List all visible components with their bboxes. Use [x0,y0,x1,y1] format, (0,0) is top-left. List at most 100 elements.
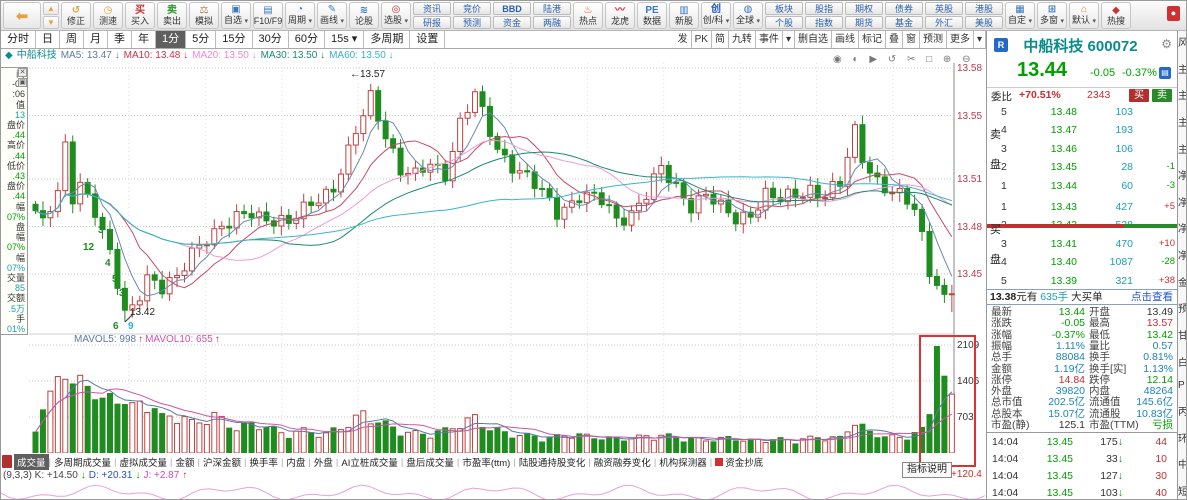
down-arrow-icon[interactable]: ▼ [43,16,59,29]
indicator-tab-资金抄底[interactable]: 资金抄底 [712,454,766,470]
quick-tab-发[interactable]: 发 [675,31,692,48]
toolbar-button-指数[interactable]: 指数 [805,16,843,29]
period-tab-年[interactable]: 年 [132,31,156,48]
gear-icon[interactable]: ⚙ [1161,37,1172,51]
pin-icon[interactable]: ▣ [18,78,27,87]
quick-tab-更多[interactable]: 更多 [947,31,974,48]
indicator-tab-金额[interactable]: 金额 [172,454,197,470]
toolbar-button-xiuzheng[interactable]: ↺修正 [61,2,91,29]
indicator-tab-虚拟成交量[interactable]: 虚拟成交量 [116,454,170,470]
toolbar-button-BBD[interactable]: BBD [493,2,531,15]
toolbar-button-资金[interactable]: 资金 [493,16,531,29]
period-tab-月[interactable]: 月 [84,31,108,48]
chart-mini-toolbar[interactable]: ◉ ◐ ▶ ↺ ✂ □ ⊕ ⊖ [833,54,974,65]
quick-tab-窗[interactable]: 窗 [903,31,920,48]
quick-tab-事件[interactable]: 事件 [756,31,783,48]
toolbar-button-板块[interactable]: 板块 [765,2,803,15]
alert-icon[interactable]: ● [1167,6,1180,21]
indicator-tab-外盘[interactable]: 外盘 [311,454,336,470]
period-tab-周[interactable]: 周 [60,31,84,48]
indicator-tab-换手率[interactable]: 换手率 [246,454,281,470]
close-icon[interactable]: ✕ [18,68,27,77]
quick-tab-九转[interactable]: 九转 [729,31,756,48]
indicator-tab-内盘[interactable]: 内盘 [283,454,308,470]
back-arrow-icon[interactable]: ⬅ [3,2,41,29]
toolbar-button-竞价[interactable]: 竞价 [453,2,491,15]
toolbar-button-资讯[interactable]: 资讯 [413,2,451,15]
view-link[interactable]: 点击查看 [1131,290,1173,305]
toolbar-button-maichu[interactable]: 卖卖出 [157,2,187,29]
toolbar-button-moren[interactable]: ⌂默认 ▾ [1069,2,1099,29]
quick-tab-标记[interactable]: 标记 [859,31,886,48]
indicator-tab-盘后成交量[interactable]: 盘后成交量 [403,454,457,470]
toolbar-button-chuangke[interactable]: 创创/科 ▾ [701,2,731,29]
toolbar-button-英股[interactable]: 英股 [925,2,963,15]
toolbar-button-zhouqi[interactable]: ◔周期 ▾ [285,2,315,29]
toolbar-button-moni[interactable]: ⚖模拟 [189,2,219,29]
toolbar-button-股指[interactable]: 股指 [805,2,843,15]
quick-tab-简[interactable]: 简 [712,31,729,48]
period-tab-60分[interactable]: 60分 [289,31,325,48]
period-tab-多周期[interactable]: 多周期 [364,31,410,48]
toolbar-button-债券[interactable]: 债券 [885,2,923,15]
toolbar-button-f10f9[interactable]: ▤F10/F9 [253,2,283,29]
quick-tab-删自选[interactable]: 删自选 [795,31,832,48]
toolbar-button-期货[interactable]: 期货 [845,16,883,29]
indicator-tab-沪深金额[interactable]: 沪深金额 [200,454,244,470]
up-arrow-icon[interactable]: ▲ [43,2,59,15]
toolbar-button-quanqiu[interactable]: ◍全球 ▾ [733,2,763,29]
toolbar-button-两融[interactable]: 两融 [533,16,571,29]
period-tab-季[interactable]: 季 [108,31,132,48]
toolbar-button-陆港[interactable]: 陆港 [533,2,571,15]
quick-tab-画线[interactable]: 画线 [832,31,859,48]
toolbar-button-longhu[interactable]: 〰龙虎 [605,2,635,29]
toolbar-button-基金[interactable]: 基金 [885,16,923,29]
quick-tab-预测[interactable]: 预测 [920,31,947,48]
indicator-tab-AI立桩成交量[interactable]: AI立桩成交量 [338,454,400,470]
toolbar-button-期权[interactable]: 期权 [845,2,883,15]
stock-title[interactable]: 中船科技 600072 [1013,35,1148,56]
quick-tab-▾[interactable]: ▾ [974,31,986,48]
indicator-help-button[interactable]: 指标说明 [902,462,952,478]
buy-button[interactable]: 买 [1129,89,1149,102]
indicator-tab-陆股通持股变化[interactable]: 陆股通持股变化 [516,454,589,470]
toolbar-button-xingu[interactable]: ▥新股 [669,2,699,29]
period-tab-30分[interactable]: 30分 [253,31,289,48]
kline-volume-chart[interactable] [29,63,955,453]
indicator-tab-融资融券变化[interactable]: 融资融券变化 [591,454,654,470]
quick-tab-PK[interactable]: PK [692,31,712,48]
toolbar-button-港股[interactable]: 港股 [965,2,1003,15]
toolbar-button-huaxian[interactable]: ✎画线 ▾ [317,2,347,29]
big-order-notice[interactable]: 13.38元有 635手 大买单 点击查看 [987,289,1177,305]
period-tab-15分[interactable]: 15分 [216,31,252,48]
toolbar-button-研报[interactable]: 研报 [413,16,451,29]
toolbar-button-redian[interactable]: ♨热点 [573,2,603,29]
toolbar-button-xuangu[interactable]: ◎选股 ▾ [381,2,411,29]
toolbar-button-lungu[interactable]: ≋论股 [349,2,379,29]
toolbar-button-duochuang[interactable]: ⊞多窗 ▾ [1037,2,1067,29]
quick-tab-▾[interactable]: ▾ [783,31,795,48]
period-tab-15s ▾[interactable]: 15s ▾ [325,31,364,48]
toolbar-button-美股[interactable]: 美股 [965,16,1003,29]
period-tab-日[interactable]: 日 [36,31,60,48]
toolbar-button-zixuan[interactable]: ▣自选 ▾ [221,2,251,29]
toolbar-button-cesu[interactable]: ◷测速 [93,2,123,29]
indicator-tab-多周期成交量[interactable]: 多周期成交量 [51,454,114,470]
toolbar-button-外汇[interactable]: 外汇 [925,16,963,29]
toolbar-button-resou[interactable]: ◆热搜 [1101,2,1131,29]
sell-button[interactable]: 卖 [1152,89,1172,102]
blue-badge-icon[interactable]: ▤ [1159,67,1171,79]
period-tab-分时[interactable]: 分时 [1,31,36,48]
toolbar-button-shuju[interactable]: PE数据 [637,2,667,29]
toolbar-button-ziding[interactable]: ▦自定 ▾ [1005,2,1035,29]
period-tab-1分[interactable]: 1分 [156,31,186,48]
indicator-tab-成交量[interactable]: 成交量 [14,454,49,470]
toolbar-button-预测[interactable]: 预测 [453,16,491,29]
toolbar-button-个股[interactable]: 个股 [765,16,803,29]
period-tab-5分[interactable]: 5分 [186,31,216,48]
period-tab-设置[interactable]: 设置 [410,31,445,48]
toolbar-button-mairu[interactable]: 买买入 [125,2,155,29]
indicator-tab-机构探测器[interactable]: 机构探测器 [656,454,710,470]
indicator-tab-市盈率(ttm)[interactable]: 市盈率(ttm) [459,454,513,470]
quick-tab-叠[interactable]: 叠 [886,31,903,48]
